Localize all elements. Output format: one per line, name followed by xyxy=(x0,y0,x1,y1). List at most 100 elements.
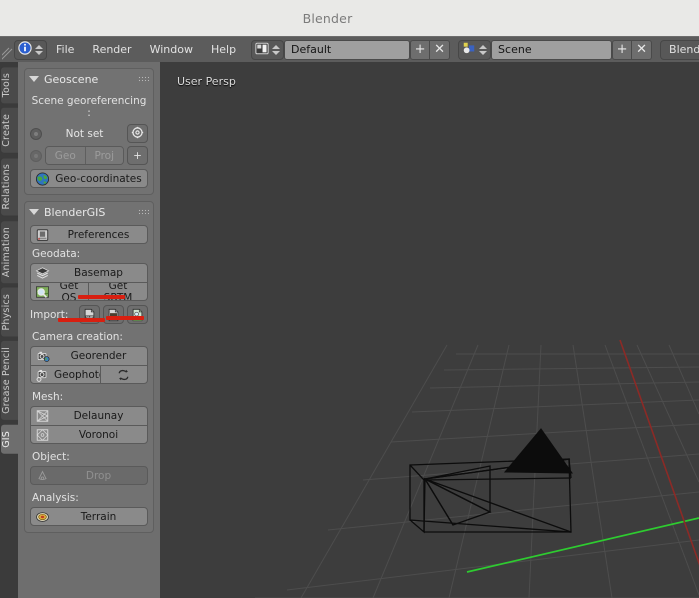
chevron-updown-icon xyxy=(479,44,488,55)
terrain-label: Terrain xyxy=(80,510,117,523)
scene-remove-button[interactable]: ✕ xyxy=(632,39,653,60)
geoscene-settings-button[interactable] xyxy=(127,124,148,143)
geo-coordinates-label: Geo-coordinates xyxy=(55,172,142,185)
geophotos-button[interactable]: Geophotos xyxy=(30,365,101,384)
camera-creation-label: Camera creation: xyxy=(32,331,123,343)
screen-layout-value[interactable]: Default xyxy=(284,39,411,60)
import-row: Import: SHP xyxy=(30,305,148,324)
camera-globe-icon xyxy=(35,349,50,363)
drop-icon xyxy=(35,469,50,483)
blendergis-panel-header[interactable]: BlenderGIS xyxy=(25,202,153,222)
georef-custom-radio[interactable] xyxy=(30,149,42,162)
sidebar-tab-relations[interactable]: Relations xyxy=(0,157,18,217)
geophotos-label: Geophotos xyxy=(54,368,100,381)
georef-crs-fields: Geo Proj xyxy=(45,146,124,165)
sidebar-tab-create[interactable]: Create xyxy=(0,107,18,155)
georaster-import-icon xyxy=(130,308,145,322)
preferences-label: Preferences xyxy=(67,228,130,241)
analysis-label: Analysis: xyxy=(32,492,79,504)
geophotos-row: Geophotos xyxy=(30,365,148,384)
raster-import-icon xyxy=(106,308,121,322)
get-os-label: Get OS xyxy=(59,282,79,301)
map-search-icon xyxy=(35,285,50,299)
geodata-fetch-row: Get OS Get SRTM xyxy=(30,282,148,301)
render-engine-selector[interactable]: Blender R xyxy=(660,39,699,60)
geoscene-panel: Geoscene Scene georeferencing : Not set xyxy=(24,68,154,195)
menu-file[interactable]: File xyxy=(47,41,83,58)
georef-not-set-row: Not set xyxy=(30,124,148,143)
geoscene-panel-title: Geoscene xyxy=(44,72,99,86)
object-label: Object: xyxy=(32,451,70,463)
menu-render[interactable]: Render xyxy=(83,41,140,58)
refresh-icon xyxy=(116,368,131,382)
import-label: Import: xyxy=(30,308,69,321)
window-title: Blender xyxy=(302,10,353,26)
chevron-down-icon xyxy=(29,209,39,215)
get-os-button[interactable]: Get OS xyxy=(30,282,89,301)
georender-button[interactable]: Georender xyxy=(30,346,148,365)
viewport-scene[interactable] xyxy=(160,62,699,598)
sidebar-tab-animation[interactable]: Animation xyxy=(0,219,18,284)
sidebar-tab-tools[interactable]: Tools xyxy=(0,66,18,105)
delaunay-button[interactable]: Delaunay xyxy=(30,406,148,425)
scene-selector[interactable] xyxy=(458,39,492,60)
screen-layout-remove-button[interactable]: ✕ xyxy=(430,39,451,60)
blendergis-panel: BlenderGIS Preferences Geodata: Basemap … xyxy=(24,201,154,533)
menu-window[interactable]: Window xyxy=(141,41,202,58)
georef-not-set-radio[interactable] xyxy=(30,127,42,140)
delaunay-label: Delaunay xyxy=(73,410,124,422)
tool-tabstrip: Tools Create Relations Animation Physics… xyxy=(0,62,18,598)
chevron-down-icon xyxy=(29,76,39,82)
shapefile-import-icon: SHP xyxy=(82,308,97,322)
import-georaster-button[interactable] xyxy=(127,305,148,324)
drop-label: Drop xyxy=(85,469,112,482)
mesh-label: Mesh: xyxy=(32,391,64,403)
preferences-button[interactable]: Preferences xyxy=(30,225,148,244)
svg-text:SHP: SHP xyxy=(86,315,94,319)
scene-georeferencing-label: Scene georeferencing : xyxy=(31,95,147,119)
import-shapefile-button[interactable]: SHP xyxy=(79,305,100,324)
proj-field[interactable]: Proj xyxy=(84,147,123,164)
voronoi-button[interactable]: Voronoi xyxy=(30,425,148,444)
viewport-view-label: User Persp xyxy=(177,75,236,88)
georef-add-button[interactable]: + xyxy=(127,146,148,165)
header-corner-widget[interactable] xyxy=(2,39,14,61)
geophotos-refresh-button[interactable] xyxy=(100,365,148,384)
os-titlebar: Blender xyxy=(0,0,699,36)
drag-grip-icon[interactable] xyxy=(138,208,149,216)
gear-icon xyxy=(131,126,144,142)
get-srtm-button[interactable]: Get SRTM xyxy=(89,282,148,301)
preferences-icon xyxy=(35,228,50,242)
scene-add-button[interactable]: + xyxy=(612,39,633,60)
sidebar-tab-gis[interactable]: GIS xyxy=(0,424,18,456)
geoscene-panel-header[interactable]: Geoscene xyxy=(25,69,153,89)
blender-top-header: File Render Window Help Default + ✕ Scen… xyxy=(0,36,699,62)
globe-icon xyxy=(35,171,50,186)
3d-viewport[interactable]: User Persp xyxy=(160,62,699,598)
screen-layout-add-button[interactable]: + xyxy=(410,39,431,60)
drag-grip-icon[interactable] xyxy=(138,75,149,83)
camera-photos-icon xyxy=(35,368,50,382)
terrain-icon xyxy=(35,510,50,524)
chevron-updown-icon xyxy=(272,44,281,55)
basemap-label: Basemap xyxy=(74,267,123,279)
menu-help[interactable]: Help xyxy=(202,41,245,58)
chevron-updown-icon xyxy=(35,44,43,55)
geo-field[interactable]: Geo xyxy=(46,147,85,164)
georender-label: Georender xyxy=(70,350,127,362)
scene-icon xyxy=(462,40,476,59)
scene-value[interactable]: Scene xyxy=(491,39,613,60)
blender-application-window: Blender File Render Window Help Default … xyxy=(0,0,699,598)
blendergis-panel-title: BlenderGIS xyxy=(44,205,106,219)
terrain-button[interactable]: Terrain xyxy=(30,507,148,526)
screen-layout-selector[interactable] xyxy=(251,39,285,60)
sidebar-tab-physics[interactable]: Physics xyxy=(0,286,18,338)
voronoi-label: Voronoi xyxy=(78,428,119,441)
georef-not-set-label: Not set xyxy=(65,127,104,140)
editor-type-selector[interactable] xyxy=(14,39,47,60)
drop-button[interactable]: Drop xyxy=(30,466,148,485)
basemap-button[interactable]: Basemap xyxy=(30,263,148,282)
import-raster-button[interactable] xyxy=(103,305,124,324)
geo-coordinates-button[interactable]: Geo-coordinates xyxy=(30,169,148,188)
sidebar-tab-grease-pencil[interactable]: Grease Pencil xyxy=(0,340,18,422)
